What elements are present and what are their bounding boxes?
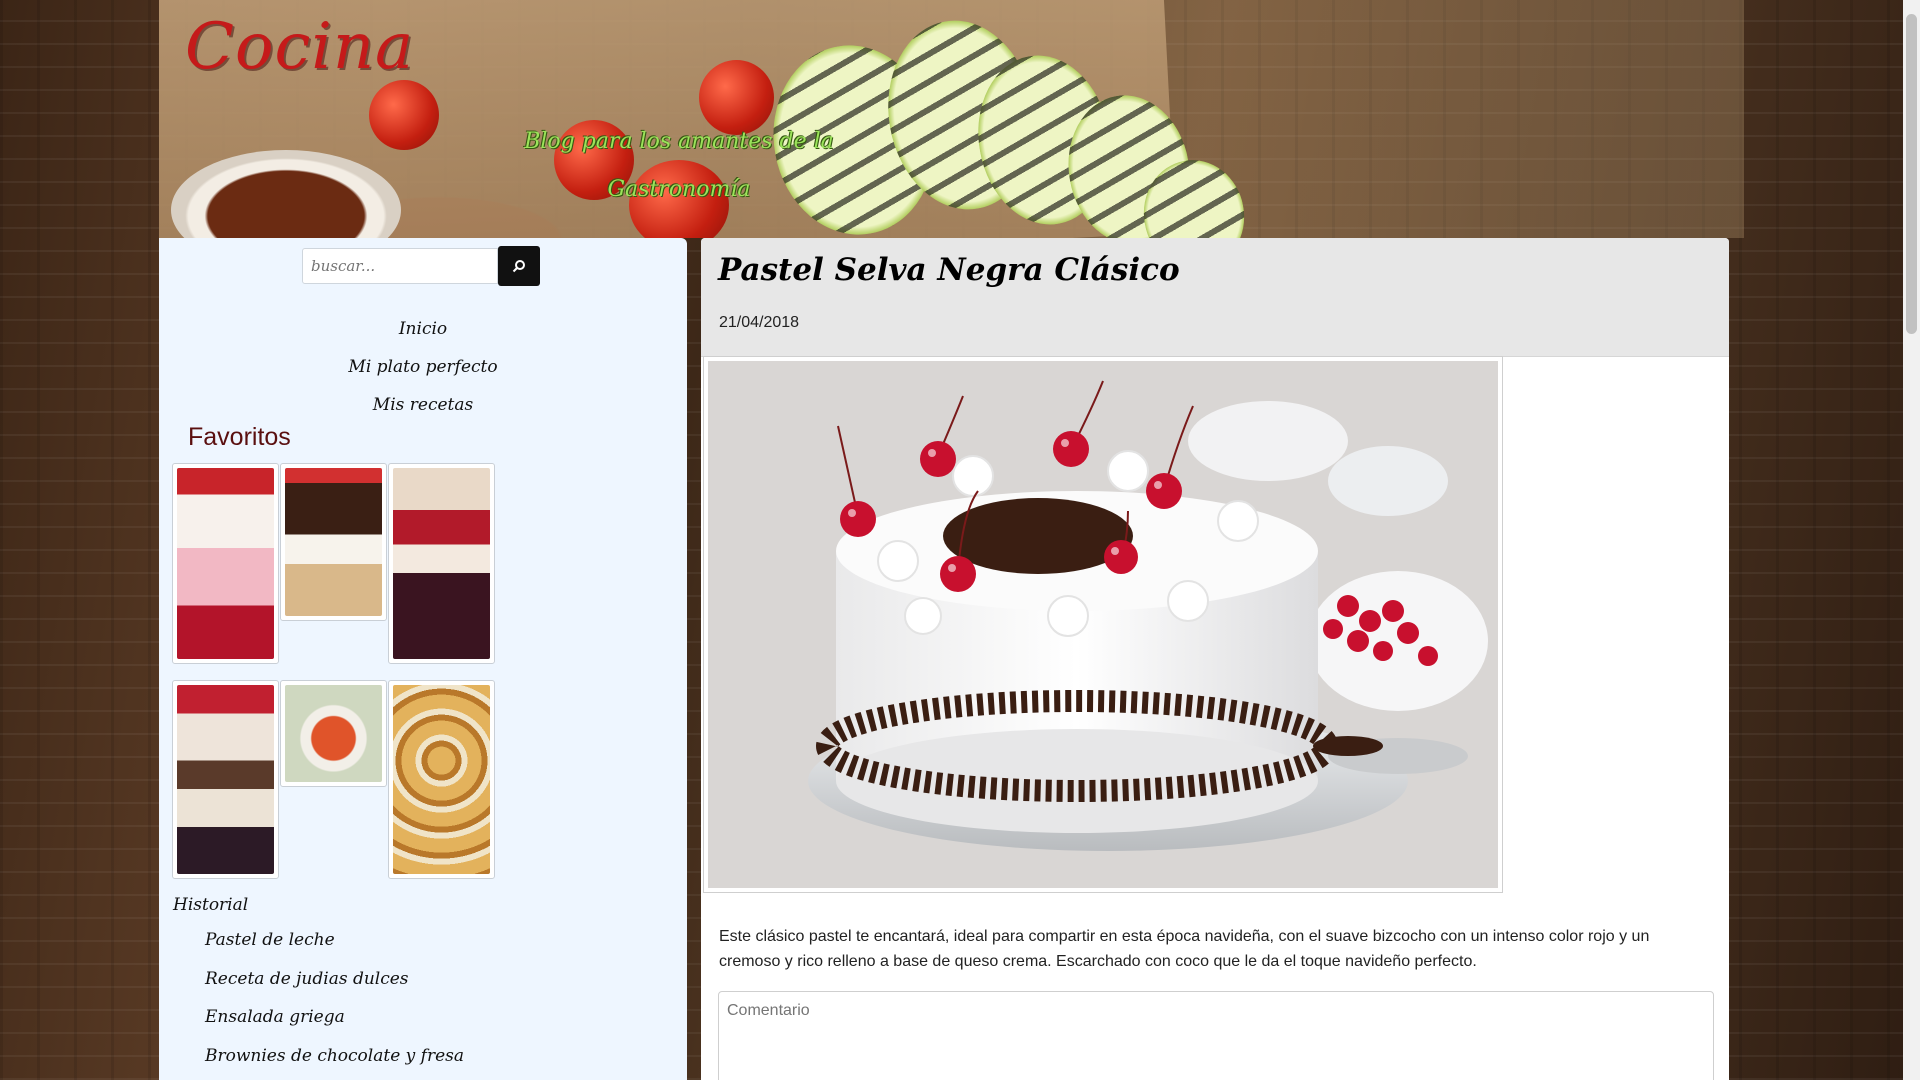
favorite-thumbnail[interactable] [172, 463, 279, 664]
favorite-thumbnail[interactable] [388, 463, 495, 664]
nav-item-inicio[interactable]: Inicio [159, 310, 687, 348]
layered-dessert-image [177, 685, 274, 874]
soup-bowls-image [285, 685, 382, 782]
main-nav: Inicio Mi plato perfecto Mis recetas [159, 310, 687, 424]
favorites-heading: Favoritos [188, 423, 291, 451]
strawberry-parfait-image [177, 468, 274, 659]
search-icon [512, 260, 525, 273]
site-logo[interactable]: Cocina [185, 10, 414, 84]
pretzel-pastries-image [393, 685, 490, 874]
post-header: Pastel Selva Negra Clásico 21/04/2018 [701, 238, 1729, 357]
post-date: 21/04/2018 [719, 314, 800, 331]
post-body: Este clásico pastel te encantará, ideal … [719, 928, 1650, 970]
berry-trifle-image [393, 468, 490, 659]
history-item[interactable]: Pastel de leche [205, 921, 464, 960]
post-title: Pastel Selva Negra Clásico [718, 252, 1180, 288]
post-image-frame [703, 356, 1503, 893]
sidebar: Inicio Mi plato perfecto Mis recetas Fav… [159, 238, 687, 1080]
history-heading: Historial [173, 895, 249, 915]
comment-input[interactable] [718, 991, 1714, 1080]
black-forest-cake-image [708, 361, 1498, 888]
tomato-decoration [369, 80, 439, 150]
favorite-thumbnail[interactable] [280, 680, 387, 787]
page-scrollbar[interactable] [1903, 0, 1920, 1080]
post-panel: Pastel Selva Negra Clásico 21/04/2018 Es… [701, 238, 1729, 1080]
scrollbar-thumb[interactable] [1906, 14, 1917, 334]
history-item[interactable]: Receta de judias dulces [205, 960, 464, 999]
favorite-thumbnail[interactable] [388, 680, 495, 879]
chocolate-tart-image [285, 468, 382, 616]
search-button[interactable] [498, 246, 540, 286]
cake-illustration [708, 361, 1498, 888]
favorite-thumbnail[interactable] [172, 680, 279, 879]
history-item[interactable]: Ensalada griega [205, 998, 464, 1037]
history-list: Pastel de leche Receta de judias dulces … [205, 921, 464, 1075]
search-input[interactable] [302, 248, 498, 284]
site-tagline: Blog para los amantes de la Gastronomía [524, 129, 834, 202]
favorite-thumbnail[interactable] [280, 463, 387, 621]
nav-item-mi-plato-perfecto[interactable]: Mi plato perfecto [159, 348, 687, 386]
site-header: Cocina Blog para los amantes de la Gastr… [159, 0, 1744, 238]
history-item[interactable]: Brownies de chocolate y fresa [205, 1037, 464, 1076]
nav-item-mis-recetas[interactable]: Mis recetas [159, 386, 687, 424]
search-form [302, 246, 540, 286]
